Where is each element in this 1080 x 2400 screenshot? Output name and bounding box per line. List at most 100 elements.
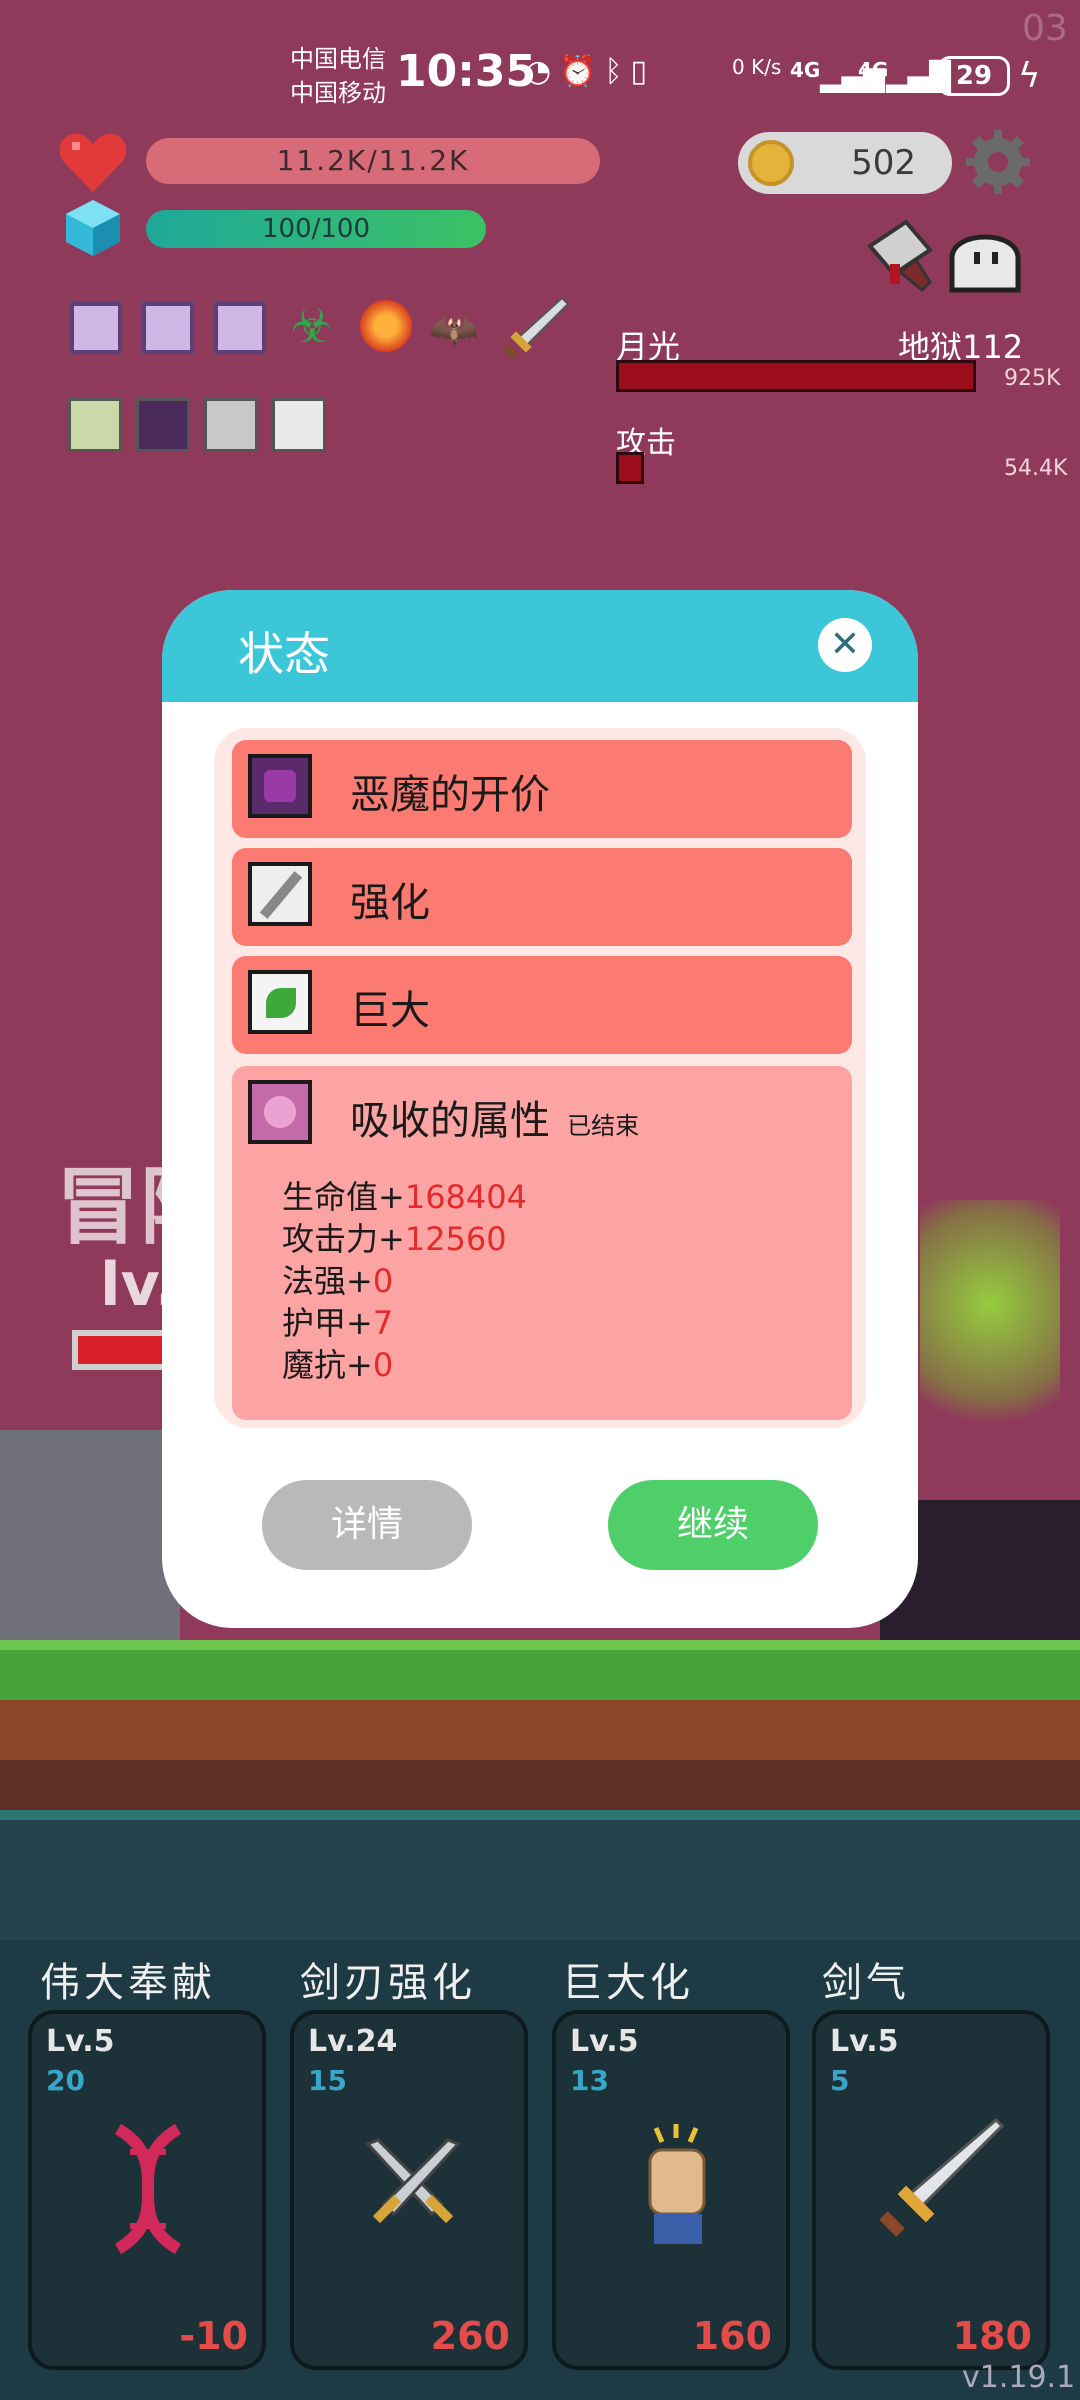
ground-dirt-dark bbox=[0, 1760, 1080, 1810]
demon-slot-icon[interactable] bbox=[136, 398, 190, 452]
skill-points: 13 bbox=[570, 2064, 609, 2097]
stat-name: 生命值+ bbox=[282, 1178, 405, 1216]
ground-dirt bbox=[0, 1700, 1080, 1760]
skill-card-blade-enhance[interactable]: Lv.24 15 260 bbox=[290, 2010, 528, 2370]
gear-icon[interactable] bbox=[966, 130, 1030, 194]
battery-level: 29 bbox=[938, 56, 1010, 96]
carrier-names: 中国电信 中国移动 bbox=[290, 42, 386, 110]
skill-level: Lv.5 bbox=[830, 2024, 899, 2059]
status-item-enhance[interactable]: 强化 bbox=[232, 848, 852, 946]
status-bar: 中国电信 中国移动 10:35 ◔⏰ᛒ▯ 0 K/s 4G ▂▄▆ 4G ▂▄█… bbox=[0, 0, 1080, 150]
charging-icon: ϟ bbox=[1018, 56, 1041, 96]
coin-icon bbox=[748, 140, 794, 186]
skill-title: 剑刃强化 bbox=[300, 1960, 476, 2006]
heart-icon bbox=[59, 133, 127, 192]
skill-title: 剑气 bbox=[822, 1960, 910, 2006]
bat-icon[interactable]: 🦇 bbox=[428, 304, 480, 356]
stat-name: 魔抗+ bbox=[282, 1346, 373, 1384]
carrier-1: 中国电信 bbox=[290, 45, 386, 73]
skill-level: Lv.5 bbox=[570, 2024, 639, 2059]
absorb-status: 已结束 bbox=[567, 1112, 640, 1140]
dna-icon bbox=[114, 2124, 182, 2254]
stat-line-armor: 护甲+7 bbox=[282, 1298, 393, 1344]
version-label: v1.19.1 bbox=[962, 2360, 1076, 2395]
sprout-icon bbox=[248, 970, 312, 1034]
status-item-label: 恶魔的开价 bbox=[350, 772, 550, 818]
player-character bbox=[0, 1430, 180, 1640]
net-speed: 0 K/s bbox=[732, 55, 782, 79]
stat-line-magic-power: 法强+0 bbox=[282, 1256, 393, 1302]
skill-card-giant[interactable]: Lv.5 13 160 bbox=[552, 2010, 790, 2370]
close-icon[interactable]: ✕ bbox=[818, 618, 872, 672]
enemy-attack-bar bbox=[616, 452, 644, 484]
stat-value: 0 bbox=[372, 1346, 394, 1384]
mana-gem-icon bbox=[66, 200, 120, 256]
alarm-icon: ⏰ bbox=[559, 54, 605, 89]
continue-button[interactable]: 继续 bbox=[608, 1480, 818, 1570]
skill-level: Lv.5 bbox=[46, 2024, 115, 2059]
demon-icon bbox=[248, 754, 312, 818]
carrier-2: 中国移动 bbox=[290, 79, 386, 107]
lightbulb-slot-icon[interactable] bbox=[68, 398, 122, 452]
stat-value: 7 bbox=[372, 1304, 394, 1342]
skill-card-devotion[interactable]: Lv.5 20 -10 bbox=[28, 2010, 266, 2370]
skill-points: 15 bbox=[308, 2064, 347, 2097]
stat-value: 0 bbox=[372, 1262, 394, 1300]
ground-edge bbox=[0, 1810, 1080, 1820]
stat-line-attack: 攻击力+12560 bbox=[282, 1214, 507, 1260]
fire-skull-icon[interactable] bbox=[360, 300, 412, 352]
hp-bar: 11.2K/11.2K bbox=[146, 138, 600, 184]
corner-number: 03 bbox=[1022, 8, 1068, 49]
details-button[interactable]: 详情 bbox=[262, 1480, 472, 1570]
scroll-buff-icon[interactable] bbox=[214, 302, 266, 354]
stat-line-hp: 生命值+168404 bbox=[282, 1172, 527, 1218]
skill-card-sword-qi[interactable]: Lv.5 5 180 bbox=[812, 2010, 1050, 2370]
clock: 10:35 bbox=[396, 46, 537, 97]
net-type-2: 4G bbox=[858, 58, 889, 82]
absorb-icon bbox=[248, 1080, 312, 1144]
skill-cost: -10 bbox=[179, 2314, 248, 2358]
ground-grass bbox=[0, 1640, 1080, 1700]
speedometer-icon: ◔ bbox=[525, 54, 560, 89]
mp-bar: 100/100 bbox=[146, 210, 486, 248]
stat-name: 护甲+ bbox=[282, 1304, 373, 1342]
status-item-label: 巨大 bbox=[350, 988, 430, 1034]
enemy-hp-bar bbox=[616, 360, 976, 392]
skill-title: 巨大化 bbox=[562, 1960, 694, 2006]
stat-name: 法强+ bbox=[282, 1262, 373, 1300]
skill-title: 伟大奉献 bbox=[40, 1960, 216, 2006]
stat-name: 攻击力+ bbox=[282, 1220, 405, 1258]
skill-cost: 180 bbox=[952, 2314, 1032, 2358]
skill-level: Lv.24 bbox=[308, 2024, 398, 2059]
blade-slot-icon[interactable] bbox=[204, 398, 258, 452]
stat-value: 12560 bbox=[404, 1220, 507, 1258]
scroll-buff-icon[interactable] bbox=[70, 302, 122, 354]
bluetooth-icon: ᛒ bbox=[604, 54, 631, 89]
blade-icon bbox=[248, 862, 312, 926]
crossed-swords-icon bbox=[365, 2138, 461, 2224]
skill-cost: 260 bbox=[430, 2314, 510, 2358]
stat-line-magic-resist: 魔抗+0 bbox=[282, 1340, 393, 1386]
fist-icon bbox=[648, 2124, 706, 2244]
stat-value: 168404 bbox=[404, 1178, 527, 1216]
skill-points: 5 bbox=[830, 2064, 850, 2097]
status-item-demon-price[interactable]: 恶魔的开价 bbox=[232, 740, 852, 838]
coin-amount: 502 bbox=[851, 143, 916, 183]
skill-cost: 160 bbox=[692, 2314, 772, 2358]
scroll-buff-icon[interactable] bbox=[142, 302, 194, 354]
ghost-icon bbox=[949, 234, 1021, 293]
enemy-hp-value: 925K bbox=[1004, 366, 1061, 391]
status-item-label: 强化 bbox=[350, 880, 430, 926]
net-type-1: 4G bbox=[790, 58, 821, 82]
biohazard-icon[interactable]: ☣ bbox=[286, 300, 338, 352]
poison-effect bbox=[920, 1200, 1060, 1460]
status-item-giant[interactable]: 巨大 bbox=[232, 956, 852, 1054]
sprout-slot-icon[interactable] bbox=[272, 398, 326, 452]
sword-buff-icon[interactable] bbox=[500, 294, 570, 364]
absorb-label: 吸收的属性 bbox=[350, 1098, 550, 1144]
vibrate-icon: ▯ bbox=[630, 54, 656, 89]
status-icons: ◔⏰ᛒ▯ bbox=[525, 54, 655, 89]
status-dialog: 状态 ✕ 恶魔的开价 强化 巨大 吸收的属性 已结束 生命值+168404 攻击… bbox=[162, 590, 918, 1628]
sword-icon bbox=[879, 2117, 1005, 2237]
dialog-title: 状态 bbox=[238, 627, 330, 681]
